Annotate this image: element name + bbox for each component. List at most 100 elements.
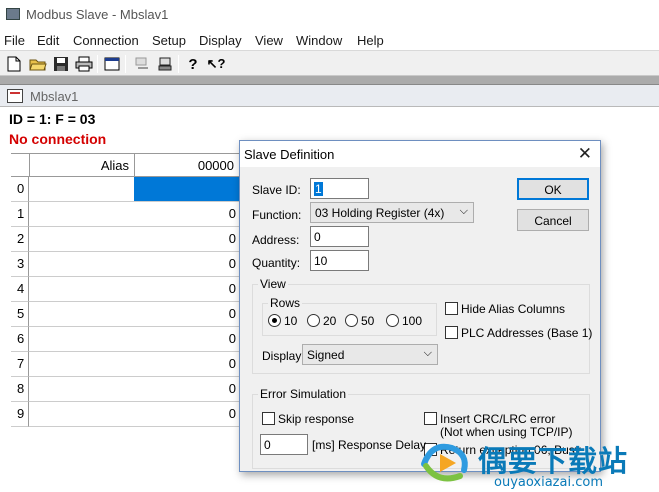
grid-row-number[interactable]: 2	[11, 227, 29, 252]
rows-50-label: 50	[361, 314, 375, 328]
slave-id-value: 1	[314, 182, 323, 196]
app-titlebar: Modbus Slave - Mbslav1	[0, 0, 659, 30]
disconnect-icon[interactable]	[155, 54, 175, 74]
slave-id-input[interactable]: 1	[310, 178, 369, 199]
grid-row-number[interactable]: 5	[11, 302, 29, 327]
display-select[interactable]: Signed ⌵	[302, 344, 438, 365]
grid-header-address[interactable]: 00000	[134, 153, 240, 177]
slave-window-title: Mbslav1	[30, 89, 79, 104]
response-delay-label: [ms] Response Delay	[312, 438, 427, 452]
grid-row-number[interactable]: 1	[11, 202, 29, 227]
toolbar: ? ↖?	[0, 50, 659, 76]
menu-file[interactable]: File	[4, 33, 25, 48]
close-icon[interactable]: ✕	[578, 144, 592, 164]
save-disk-icon[interactable]	[51, 54, 71, 74]
print-icon[interactable]	[74, 54, 94, 74]
toolbar-separator	[97, 55, 98, 73]
hide-alias-label: Hide Alias Columns	[461, 302, 566, 316]
slave-id-function-line: ID = 1: F = 03	[9, 111, 96, 127]
grid-value-cell[interactable]: 0	[134, 327, 240, 352]
grid-alias-cell[interactable]	[29, 377, 135, 402]
menu-view[interactable]: View	[255, 33, 283, 48]
rows-20-label: 20	[323, 314, 337, 328]
skip-response-label: Skip response	[278, 412, 355, 426]
plc-addresses-label: PLC Addresses (Base 1)	[461, 326, 593, 340]
grid-alias-cell[interactable]	[29, 302, 135, 327]
address-label: Address:	[252, 233, 300, 247]
menu-help[interactable]: Help	[357, 33, 384, 48]
rows-100-radio[interactable]	[386, 314, 399, 327]
watermark-url: ouyaoxiazai.com	[494, 475, 603, 490]
grid-value-cell[interactable]: 0	[134, 302, 240, 327]
address-input[interactable]: 0	[310, 226, 369, 247]
grid-alias-cell[interactable]	[29, 402, 135, 427]
toolbar-separator	[178, 55, 179, 73]
menu-window[interactable]: Window	[296, 33, 342, 48]
rows-50-radio[interactable]	[345, 314, 358, 327]
grid-row-number[interactable]: 4	[11, 277, 29, 302]
document-icon	[7, 89, 23, 103]
context-help-icon[interactable]: ↖?	[206, 54, 226, 74]
hide-alias-checkbox[interactable]	[445, 302, 458, 315]
grid-alias-cell[interactable]	[29, 252, 135, 277]
insert-crc-label: Insert CRC/LRC error	[440, 412, 556, 426]
quantity-label: Quantity:	[252, 256, 301, 270]
error-simulation-label: Error Simulation	[258, 387, 349, 401]
slave-window-titlebar[interactable]: Mbslav1	[0, 85, 659, 107]
grid-value-cell[interactable]: 0	[134, 227, 240, 252]
display-label: Display:	[262, 349, 305, 363]
rows-10-label: 10	[284, 314, 298, 328]
skip-response-checkbox[interactable]	[262, 412, 275, 425]
site-watermark: 偶要下载站 ouyaoxiazai.com	[418, 436, 658, 492]
plc-addresses-checkbox[interactable]	[445, 326, 458, 339]
help-icon[interactable]: ?	[183, 54, 203, 74]
grid-alias-cell[interactable]	[29, 177, 135, 202]
rows-100-label: 100	[402, 314, 423, 328]
grid-alias-cell[interactable]	[29, 277, 135, 302]
menu-setup[interactable]: Setup	[152, 33, 186, 48]
slave-id-label: Slave ID:	[252, 183, 301, 197]
grid-row-number[interactable]: 7	[11, 352, 29, 377]
rows-group-label: Rows	[268, 296, 303, 310]
grid-row-number[interactable]: 8	[11, 377, 29, 402]
app-icon	[6, 8, 20, 20]
grid-alias-cell[interactable]	[29, 352, 135, 377]
cancel-button[interactable]: Cancel	[517, 209, 589, 231]
grid-corner	[11, 153, 30, 177]
view-group-label: View	[258, 277, 288, 291]
grid-alias-cell[interactable]	[29, 202, 135, 227]
function-select[interactable]: 03 Holding Register (4x) ⌵	[310, 202, 474, 223]
watermark-logo-icon	[418, 438, 474, 486]
insert-crc-checkbox[interactable]	[424, 412, 437, 425]
dialog-title: Slave Definition	[244, 147, 335, 162]
grid-value-cell[interactable]: 0	[134, 352, 240, 377]
connect-icon[interactable]	[132, 54, 152, 74]
grid-row-number[interactable]: 3	[11, 252, 29, 277]
grid-alias-cell[interactable]	[29, 327, 135, 352]
grid-alias-cell[interactable]	[29, 227, 135, 252]
grid-row-number[interactable]: 0	[11, 177, 29, 202]
grid-value-cell[interactable]: 0	[134, 402, 240, 427]
function-value: 03 Holding Register (4x)	[315, 206, 445, 220]
quantity-input[interactable]: 10	[310, 250, 369, 271]
grid-value-cell[interactable]: 0	[134, 377, 240, 402]
rows-20-radio[interactable]	[307, 314, 320, 327]
open-folder-icon[interactable]	[28, 54, 48, 74]
dialog-titlebar[interactable]: Slave Definition ✕	[240, 141, 600, 167]
menu-display[interactable]: Display	[199, 33, 242, 48]
response-delay-input[interactable]: 0	[260, 434, 308, 455]
ok-button[interactable]: OK	[517, 178, 589, 200]
grid-row-number[interactable]: 6	[11, 327, 29, 352]
menu-connection[interactable]: Connection	[73, 33, 139, 48]
grid-row-number[interactable]: 9	[11, 402, 29, 427]
grid-value-cell[interactable]: 0	[134, 277, 240, 302]
grid-value-cell[interactable]: 0	[134, 252, 240, 277]
connection-status: No connection	[9, 131, 107, 147]
grid-value-cell[interactable]: 0	[134, 202, 240, 227]
menu-edit[interactable]: Edit	[37, 33, 59, 48]
grid-value-cell[interactable]: 0	[134, 177, 240, 202]
rows-10-radio[interactable]	[268, 314, 281, 327]
new-file-icon[interactable]	[4, 54, 24, 74]
grid-header-alias[interactable]: Alias	[29, 153, 135, 177]
window-icon[interactable]	[102, 54, 122, 74]
